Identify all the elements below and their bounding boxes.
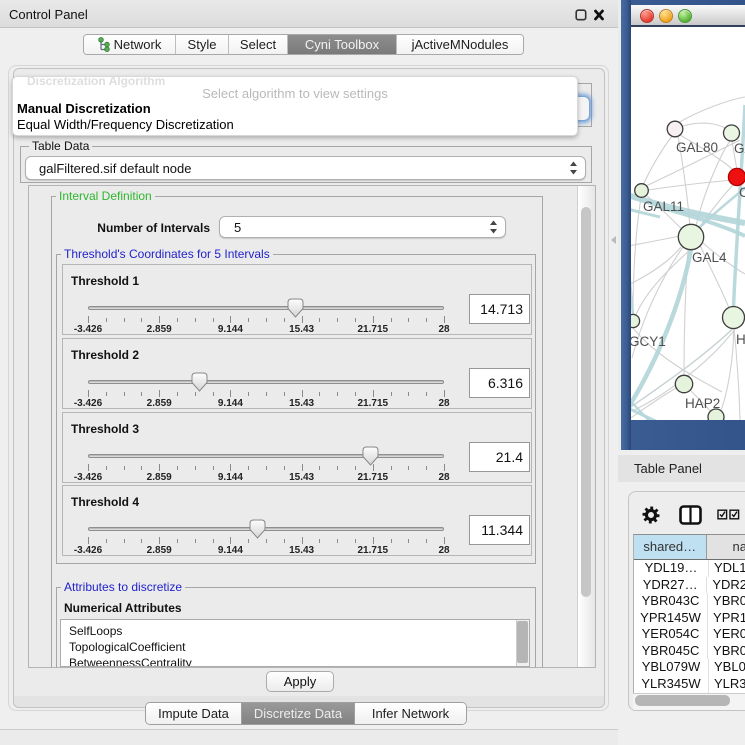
svg-text:GAL11: GAL11 [643,199,684,214]
svg-text:H: H [736,332,745,347]
svg-text:GAL4: GAL4 [692,250,727,265]
svg-text:GAL80: GAL80 [676,140,718,155]
svg-text:GA: GA [734,141,745,156]
svg-text:HAP2: HAP2 [685,396,720,411]
svg-text:C: C [739,185,745,200]
svg-text:GCY1: GCY1 [631,334,666,349]
